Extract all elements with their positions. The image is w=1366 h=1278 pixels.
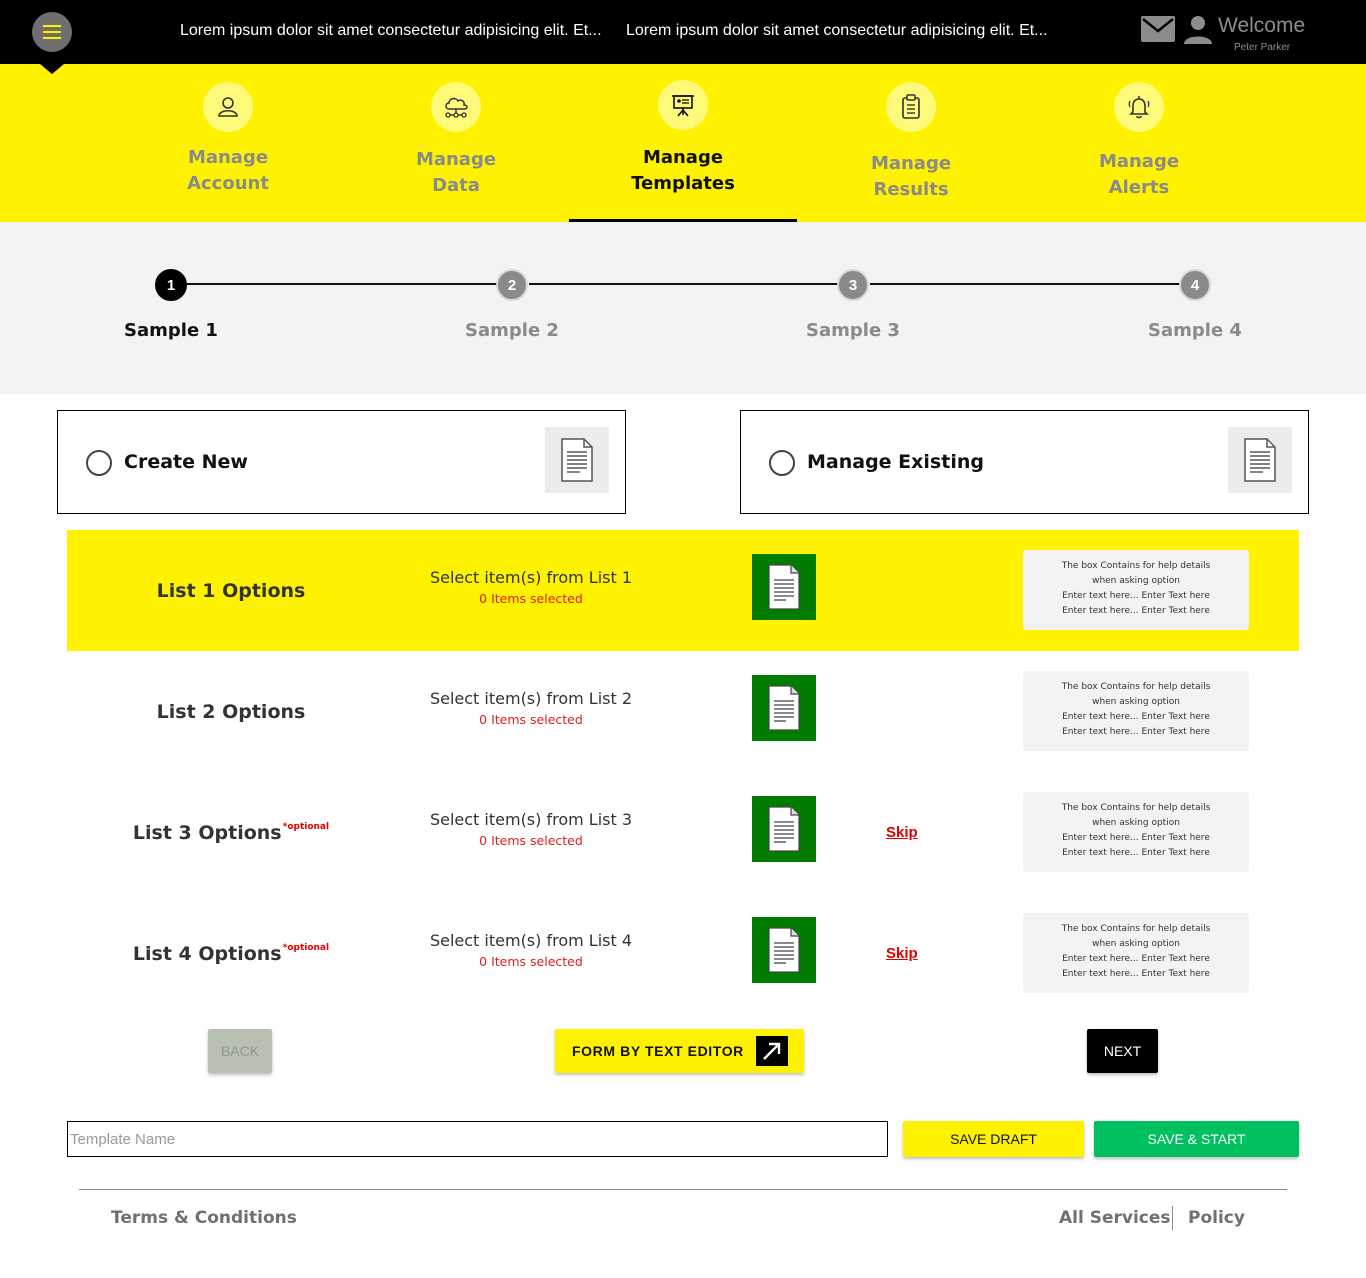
list-select-link[interactable]: Select item(s) from List 10 Items select… <box>395 568 667 606</box>
user-icon <box>203 82 253 132</box>
terms-link[interactable]: Terms & Conditions <box>111 1208 297 1228</box>
skip-link[interactable]: Skip <box>886 824 918 841</box>
editor-button-label: FORM BY TEXT EDITOR <box>572 1043 744 1059</box>
nav-manage-results[interactable]: Manage Results <box>797 64 1025 222</box>
footer-separator <box>1172 1206 1173 1230</box>
items-selected-count: 0 Items selected <box>479 954 583 969</box>
menu-caret <box>40 64 64 74</box>
step-3-label: Sample 3 <box>806 320 900 341</box>
items-selected-count: 0 Items selected <box>479 833 583 848</box>
list-row: List 3 Options *optional Select item(s) f… <box>67 772 1299 893</box>
create-new-radio[interactable] <box>86 450 112 476</box>
step-connector <box>187 283 499 285</box>
manage-existing-option[interactable]: Manage Existing <box>740 410 1309 514</box>
stepper: 1 2 3 4 Sample 1 Sample 2 Sample 3 Sampl… <box>0 222 1366 394</box>
step-3-circle[interactable]: 3 <box>837 269 869 301</box>
form-by-text-editor-button[interactable]: FORM BY TEXT EDITOR <box>555 1029 804 1073</box>
list-select-link[interactable]: Select item(s) from List 30 Items select… <box>395 810 667 848</box>
nav-label: Manage Data <box>415 149 497 196</box>
template-name-input[interactable] <box>67 1121 888 1157</box>
manage-existing-radio[interactable] <box>769 450 795 476</box>
marquee-text: Lorem ipsum dolor sit amet consectetur a… <box>180 22 602 39</box>
footer-divider <box>79 1189 1287 1190</box>
help-box: The box Contains for help details when as… <box>1023 792 1249 872</box>
items-selected-count: 0 Items selected <box>479 712 583 727</box>
nav-manage-account[interactable]: Manage Account <box>114 64 342 222</box>
items-selected-count: 0 Items selected <box>479 591 583 606</box>
step-connector <box>870 283 1181 285</box>
document-icon <box>545 427 609 493</box>
document-icon[interactable] <box>752 554 816 620</box>
hamburger-menu-button[interactable] <box>32 12 72 52</box>
step-2-label: Sample 2 <box>465 320 559 341</box>
nav-label: Manage Results <box>870 153 952 200</box>
user-icon[interactable] <box>1182 14 1214 44</box>
step-4-circle[interactable]: 4 <box>1179 269 1211 301</box>
all-services-link[interactable]: All Services <box>1059 1208 1171 1228</box>
optional-tag: *optional <box>282 821 330 832</box>
step-connector <box>529 283 840 285</box>
skip-link[interactable]: Skip <box>886 945 918 962</box>
main-nav: Manage Account Manage Data Manage Templates… <box>0 64 1366 222</box>
save-draft-button[interactable]: SAVE DRAFT <box>903 1121 1084 1157</box>
mail-icon[interactable] <box>1140 14 1176 44</box>
nav-manage-data[interactable]: Manage Data <box>342 64 570 222</box>
list-select-link[interactable]: Select item(s) from List 20 Items select… <box>395 689 667 727</box>
list-row: List 1 Options Select item(s) from List … <box>67 530 1299 651</box>
optional-tag: *optional <box>282 942 330 953</box>
clipboard-icon <box>886 82 936 132</box>
nav-manage-alerts[interactable]: Manage Alerts <box>1025 64 1253 222</box>
marquee-text: Lorem ipsum dolor sit amet consectetur a… <box>626 22 1048 39</box>
nav-manage-templates[interactable]: Manage Templates <box>569 64 797 222</box>
list-title: List 1 Options <box>156 579 306 602</box>
document-icon <box>1228 427 1292 493</box>
step-1-label: Sample 1 <box>124 320 218 341</box>
username-text: Peter Parker <box>1234 42 1291 53</box>
nav-label: Manage Alerts <box>1098 151 1180 198</box>
help-box: The box Contains for help details when as… <box>1023 550 1249 630</box>
external-link-arrow-icon <box>756 1036 788 1066</box>
help-box: The box Contains for help details when as… <box>1023 913 1249 993</box>
save-and-start-button[interactable]: SAVE & START <box>1094 1121 1299 1157</box>
help-box: The box Contains for help details when as… <box>1023 671 1249 751</box>
document-icon[interactable] <box>752 917 816 983</box>
step-1-circle[interactable]: 1 <box>155 269 187 301</box>
document-icon[interactable] <box>752 675 816 741</box>
document-icon[interactable] <box>752 796 816 862</box>
next-button[interactable]: NEXT <box>1087 1029 1158 1073</box>
list-select-link[interactable]: Select item(s) from List 40 Items select… <box>395 931 667 969</box>
hamburger-icon <box>43 23 61 41</box>
back-button[interactable]: BACK <box>208 1029 272 1073</box>
welcome-text: Welcome <box>1218 14 1306 37</box>
step-4-label: Sample 4 <box>1148 320 1242 341</box>
nav-label: Manage Templates <box>631 147 735 194</box>
list-title: List 3 Options *optional <box>132 821 330 844</box>
presentation-icon <box>658 80 708 130</box>
list-row: List 2 Options Select item(s) from List … <box>67 651 1299 772</box>
create-new-option[interactable]: Create New <box>57 410 626 514</box>
policy-link[interactable]: Policy <box>1188 1208 1245 1228</box>
list-title: List 2 Options <box>156 700 306 723</box>
top-bar: Lorem ipsum dolor sit amet consectetur a… <box>0 0 1366 64</box>
list-title: List 4 Options *optional <box>132 942 330 965</box>
nav-label: Manage Account <box>187 147 269 194</box>
list-row: List 4 Options *optional Select item(s) f… <box>67 893 1299 1014</box>
manage-existing-label: Manage Existing <box>807 451 984 473</box>
cloud-network-icon <box>431 82 481 132</box>
create-new-label: Create New <box>124 451 248 473</box>
bell-icon <box>1114 82 1164 132</box>
step-2-circle[interactable]: 2 <box>496 269 528 301</box>
